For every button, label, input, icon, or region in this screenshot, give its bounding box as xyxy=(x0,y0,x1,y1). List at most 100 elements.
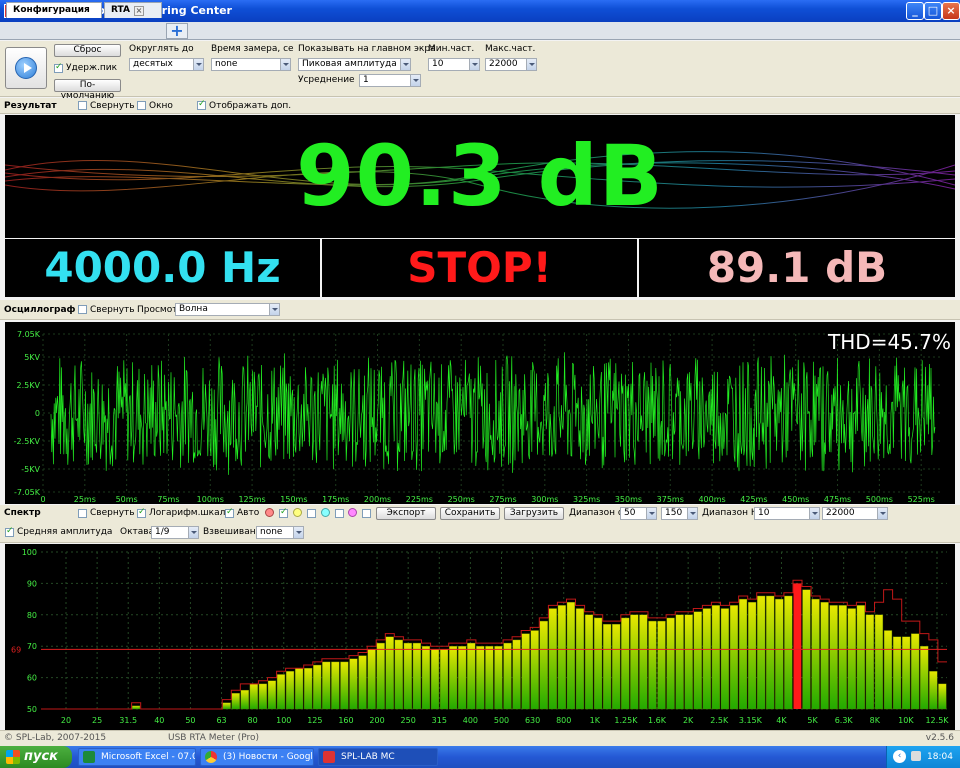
spec-bar xyxy=(666,617,675,710)
status-bar: © SPL-Lab, 2007-2015 USB RTA Meter (Pro)… xyxy=(0,730,960,746)
spec-bar xyxy=(621,617,630,710)
hold-peak-checkbox[interactable] xyxy=(54,62,63,73)
osc-collapse-checkbox[interactable] xyxy=(78,305,87,314)
spl-main-value: 90.3 dB xyxy=(296,127,664,225)
volume-icon[interactable] xyxy=(911,751,921,761)
max-freq-select[interactable]: 22000 xyxy=(485,58,537,71)
osc-x-tick-label: 400ms xyxy=(698,495,725,504)
tab-configuration[interactable]: Конфигурация xyxy=(6,2,102,18)
secondary-db-value: 89.1 dB xyxy=(639,239,955,297)
app-window: SPL-Laboratory Measuring Center _ □ × Ко… xyxy=(0,0,960,768)
result-collapse-checkbox[interactable] xyxy=(78,101,87,110)
round-value: десятых xyxy=(133,59,173,69)
default-button[interactable]: По-умолчанию xyxy=(54,79,121,101)
spec-bar xyxy=(693,611,702,710)
hz-max-select[interactable]: 22000 xyxy=(822,507,888,520)
export-button[interactable]: Экспорт xyxy=(376,507,436,520)
windows-flag-icon xyxy=(6,750,20,764)
chevron-down-icon xyxy=(809,508,819,519)
main-readout-panel: 90.3 dB xyxy=(5,115,955,238)
color-swatch-magenta[interactable] xyxy=(348,508,357,517)
chevron-down-icon xyxy=(293,527,303,538)
osc-view-select[interactable]: Волна xyxy=(175,303,280,316)
close-button[interactable]: × xyxy=(942,2,960,20)
color-swatch-red[interactable] xyxy=(265,508,274,517)
color-cyan-checkbox[interactable] xyxy=(335,509,344,518)
stop-indicator: STOP! xyxy=(322,239,637,297)
spec-x-tick-label: 5K xyxy=(807,716,818,725)
back-arrow-icon[interactable]: ‹ xyxy=(893,750,906,763)
spec-bar xyxy=(394,639,403,710)
log-scale-checkbox[interactable] xyxy=(137,507,146,518)
minimize-button[interactable]: _ xyxy=(906,2,924,20)
spec-bar xyxy=(711,605,721,710)
spec-collapse-checkbox[interactable] xyxy=(78,509,87,518)
osc-waveform-line xyxy=(50,352,936,475)
hz-min-select[interactable]: 10 xyxy=(754,507,820,520)
taskbar-item-excel[interactable]: Microsoft Excel - 07.0... xyxy=(78,748,196,766)
taskbar-item-chrome[interactable]: (3) Новости - Google... xyxy=(200,748,314,766)
add-tab-button[interactable]: + xyxy=(166,23,188,39)
color-swatch-yellow[interactable] xyxy=(293,508,302,517)
hz-max-value: 22000 xyxy=(826,508,855,518)
min-freq-select[interactable]: 10 xyxy=(428,58,480,71)
db-max-select[interactable]: 150 xyxy=(661,507,698,520)
auto-checkbox[interactable] xyxy=(225,507,234,518)
spec-x-tick-label: 40 xyxy=(154,716,164,725)
spec-bar xyxy=(276,674,286,710)
octave-label: Октава xyxy=(120,527,155,537)
save-button[interactable]: Сохранить xyxy=(440,507,500,520)
spec-bar xyxy=(738,598,748,710)
spec-bar xyxy=(512,639,521,710)
spec-bar xyxy=(285,671,295,710)
result-window-label: Окно xyxy=(149,101,173,111)
spec-x-tick-label: 1.6K xyxy=(648,716,667,725)
spec-bar xyxy=(340,661,349,710)
start-measure-button[interactable] xyxy=(5,47,47,89)
osc-y-tick-label: 0 xyxy=(35,409,40,418)
close-tab-icon[interactable]: × xyxy=(133,6,144,16)
taskbar-item-spllab[interactable]: SPL-LAB MC xyxy=(318,748,438,766)
chevron-down-icon xyxy=(410,75,420,86)
spec-x-tick-label: 31.5 xyxy=(119,716,137,725)
frequency-value: 4000.0 Hz xyxy=(5,239,320,297)
osc-x-tick-label: 475ms xyxy=(824,495,851,504)
osc-x-tick-label: 425ms xyxy=(740,495,767,504)
load-button[interactable]: Загрузить xyxy=(504,507,564,520)
color-swatch-cyan[interactable] xyxy=(321,508,330,517)
spec-x-tick-label: 315 xyxy=(432,716,447,725)
spec-bar xyxy=(856,605,865,710)
spec-bar xyxy=(720,608,730,710)
chevron-down-icon xyxy=(280,59,290,70)
maximize-button[interactable]: □ xyxy=(924,2,942,20)
osc-x-tick-label: 50ms xyxy=(116,495,138,504)
avg-amplitude-checkbox[interactable] xyxy=(5,526,14,537)
osc-x-tick-label: 150ms xyxy=(280,495,307,504)
show-select[interactable]: Пиковая амплитуда xyxy=(298,58,411,71)
weighting-select[interactable]: none xyxy=(256,526,304,539)
avg-label: Усреднение xyxy=(298,75,355,85)
result-window-checkbox[interactable] xyxy=(137,101,146,110)
db-min-select[interactable]: 50 xyxy=(620,507,657,520)
tab-rta[interactable]: RTA × xyxy=(104,2,162,18)
db-min-value: 50 xyxy=(624,508,636,518)
osc-x-tick-label: 300ms xyxy=(531,495,558,504)
avg-amplitude-label: Средняя амплитуда xyxy=(17,527,113,537)
color-red-checkbox[interactable] xyxy=(279,507,288,518)
chevron-down-icon xyxy=(193,59,203,70)
round-select[interactable]: десятых xyxy=(129,58,204,71)
time-label: Время замера, се xyxy=(211,44,294,54)
color-magenta-checkbox[interactable] xyxy=(362,509,371,518)
avg-select[interactable]: 1 xyxy=(359,74,421,87)
color-yellow-checkbox[interactable] xyxy=(307,509,316,518)
spec-bar xyxy=(874,614,884,710)
octave-select[interactable]: 1/9 xyxy=(151,526,199,539)
spec-bar xyxy=(920,645,929,710)
time-select[interactable]: none xyxy=(211,58,291,71)
start-button[interactable]: пуск xyxy=(0,746,72,768)
spec-y-tick-label: 60 xyxy=(27,674,37,683)
reset-button[interactable]: Сброс xyxy=(54,44,121,57)
octave-value: 1/9 xyxy=(155,527,170,537)
show-extra-checkbox[interactable] xyxy=(197,99,206,110)
osc-x-tick-label: 250ms xyxy=(448,495,475,504)
